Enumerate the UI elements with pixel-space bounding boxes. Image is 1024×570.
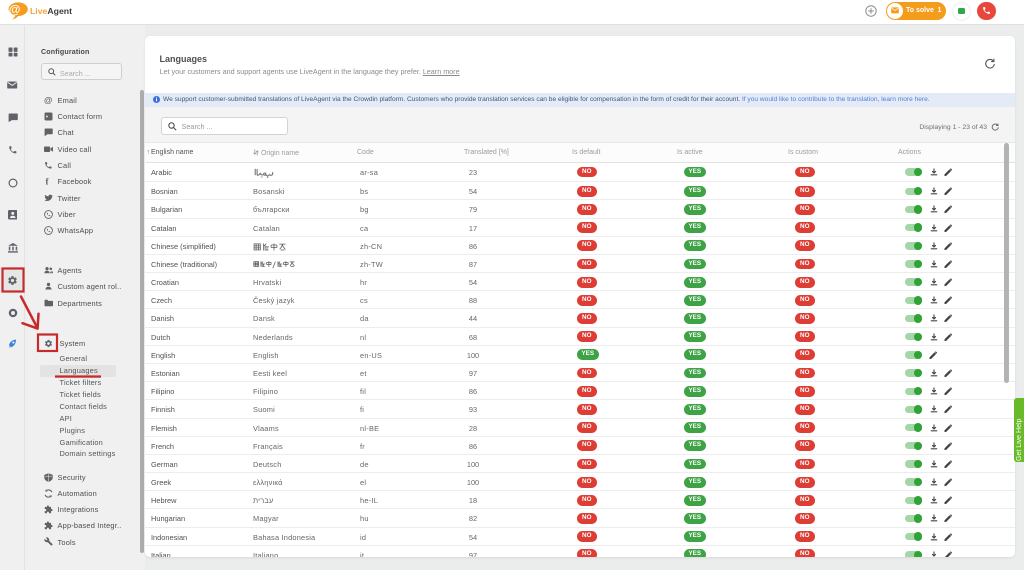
svg-text:f: f [45,177,49,186]
svg-text:@: @ [8,2,20,16]
svg-text:@: @ [44,96,52,105]
